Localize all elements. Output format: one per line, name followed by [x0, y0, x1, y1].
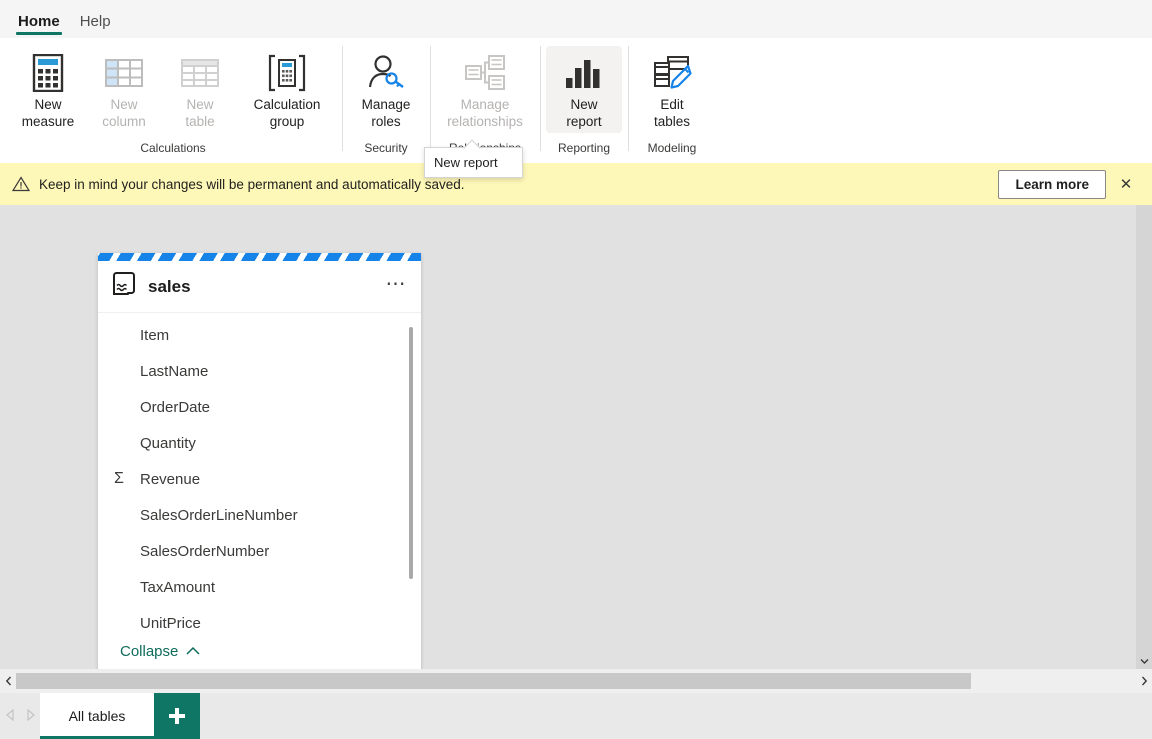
- field-row[interactable]: Σ Revenue: [98, 461, 421, 497]
- chevron-up-icon: [186, 646, 200, 656]
- triangle-left-icon[interactable]: [5, 709, 16, 724]
- tooltip-text: New report: [434, 155, 498, 170]
- table-icon: [181, 50, 219, 96]
- triangle-right-icon[interactable]: [25, 709, 36, 724]
- bottom-tab-bar: All tables: [0, 693, 1152, 739]
- ribbon-tab-help[interactable]: Help: [70, 9, 121, 38]
- ribbon-body: New measure: [4, 38, 1152, 163]
- page-navigation: [0, 693, 40, 739]
- table-card-sales[interactable]: sales ⋯ Item LastName OrderDate Quantity: [98, 253, 421, 669]
- new-report-button[interactable]: New report: [546, 46, 622, 133]
- group-label-reporting: Reporting: [546, 141, 622, 163]
- field-name: SalesOrderNumber: [140, 543, 269, 560]
- horizontal-scroll-track[interactable]: [16, 669, 1136, 693]
- ribbon-group-reporting: New report Reporting: [540, 38, 628, 163]
- field-name: LastName: [140, 363, 208, 380]
- field-name: SalesOrderLineNumber: [140, 507, 298, 524]
- notification-bar: Keep in mind your changes will be perman…: [0, 163, 1152, 205]
- manage-relationships-button[interactable]: Manage relationships: [436, 46, 534, 133]
- edit-tables-label: Edit tables: [654, 96, 690, 130]
- field-row[interactable]: SalesOrderNumber: [98, 533, 421, 569]
- field-name: UnitPrice: [140, 615, 201, 629]
- field-name: TaxAmount: [140, 579, 215, 596]
- field-name: Item: [140, 327, 169, 344]
- calculation-group-label: Calculation group: [254, 96, 321, 130]
- field-row[interactable]: TaxAmount: [98, 569, 421, 605]
- collapse-label: Collapse: [120, 643, 178, 660]
- field-list-scrollbar[interactable]: [409, 327, 413, 579]
- chevron-left-icon[interactable]: [0, 669, 16, 693]
- new-report-label: New report: [566, 96, 601, 130]
- notification-message: Keep in mind your changes will be perman…: [39, 177, 465, 192]
- edit-tables-icon: [652, 50, 692, 96]
- group-label-modeling: Modeling: [634, 141, 710, 163]
- chevron-down-icon[interactable]: [1136, 653, 1152, 669]
- field-row[interactable]: LastName: [98, 353, 421, 389]
- manage-relationships-icon: [464, 50, 506, 96]
- ribbon-group-security: Manage roles Security: [342, 38, 430, 163]
- ribbon-tab-home[interactable]: Home: [8, 9, 70, 38]
- field-list[interactable]: Item LastName OrderDate Quantity Σ Reven…: [98, 313, 421, 628]
- new-measure-button[interactable]: New measure: [10, 46, 86, 133]
- plus-icon: [168, 707, 186, 725]
- manage-roles-button[interactable]: Manage roles: [348, 46, 424, 133]
- collapse-button[interactable]: Collapse: [98, 628, 421, 669]
- field-name: Revenue: [140, 471, 200, 488]
- table-card-selection-stripe: [98, 253, 421, 261]
- ribbon-group-calculations: New measure: [4, 38, 342, 163]
- ribbon-group-relationships: Manage relationships Relationships: [430, 38, 540, 163]
- learn-more-button[interactable]: Learn more: [998, 170, 1106, 199]
- add-table-button[interactable]: [154, 693, 200, 739]
- calculation-group-button[interactable]: Calculation group: [238, 46, 336, 133]
- sigma-icon: Σ: [114, 470, 140, 488]
- field-row[interactable]: SalesOrderLineNumber: [98, 497, 421, 533]
- field-row[interactable]: Item: [98, 317, 421, 353]
- field-name: Quantity: [140, 435, 196, 452]
- canvas-horizontal-scrollbar[interactable]: [0, 669, 1152, 693]
- warning-triangle-icon: [10, 176, 32, 192]
- manage-roles-icon: [366, 50, 406, 96]
- tab-label: All tables: [69, 708, 126, 724]
- table-column-icon: [105, 50, 143, 96]
- new-measure-label: New measure: [22, 96, 75, 130]
- ribbon-group-modeling: Edit tables Modeling: [628, 38, 716, 163]
- new-report-tooltip: New report: [424, 147, 523, 178]
- close-icon[interactable]: ✕: [1112, 170, 1140, 198]
- field-name: OrderDate: [140, 399, 210, 416]
- manage-relationships-label: Manage relationships: [447, 96, 523, 130]
- manage-roles-label: Manage roles: [362, 96, 411, 130]
- tab-all-tables[interactable]: All tables: [40, 693, 154, 739]
- field-row[interactable]: UnitPrice: [98, 605, 421, 628]
- calculation-group-icon: [267, 50, 307, 96]
- calculator-icon: [31, 50, 65, 96]
- new-report-icon: [564, 50, 604, 96]
- horizontal-scroll-thumb[interactable]: [16, 673, 971, 689]
- field-row[interactable]: Quantity: [98, 425, 421, 461]
- power-bi-model-view: Home Help: [0, 0, 1152, 739]
- chevron-right-icon[interactable]: [1136, 669, 1152, 693]
- table-data-icon: [110, 270, 138, 303]
- new-column-button[interactable]: New column: [86, 46, 162, 133]
- canvas-vertical-scrollbar[interactable]: [1136, 205, 1152, 669]
- new-column-label: New column: [102, 96, 146, 130]
- ribbon-tab-strip: Home Help: [0, 0, 1152, 38]
- new-table-button[interactable]: New table: [162, 46, 238, 133]
- ribbon-groups: New measure: [4, 38, 1152, 163]
- field-row[interactable]: OrderDate: [98, 389, 421, 425]
- more-options-icon[interactable]: ⋯: [386, 279, 408, 295]
- table-name: sales: [148, 277, 191, 297]
- model-canvas[interactable]: sales ⋯ Item LastName OrderDate Quantity: [0, 205, 1152, 669]
- table-card-header: sales ⋯: [98, 261, 421, 313]
- group-label-calculations: Calculations: [10, 141, 336, 163]
- new-table-label: New table: [185, 96, 214, 130]
- group-label-security: Security: [348, 141, 424, 163]
- edit-tables-button[interactable]: Edit tables: [634, 46, 710, 133]
